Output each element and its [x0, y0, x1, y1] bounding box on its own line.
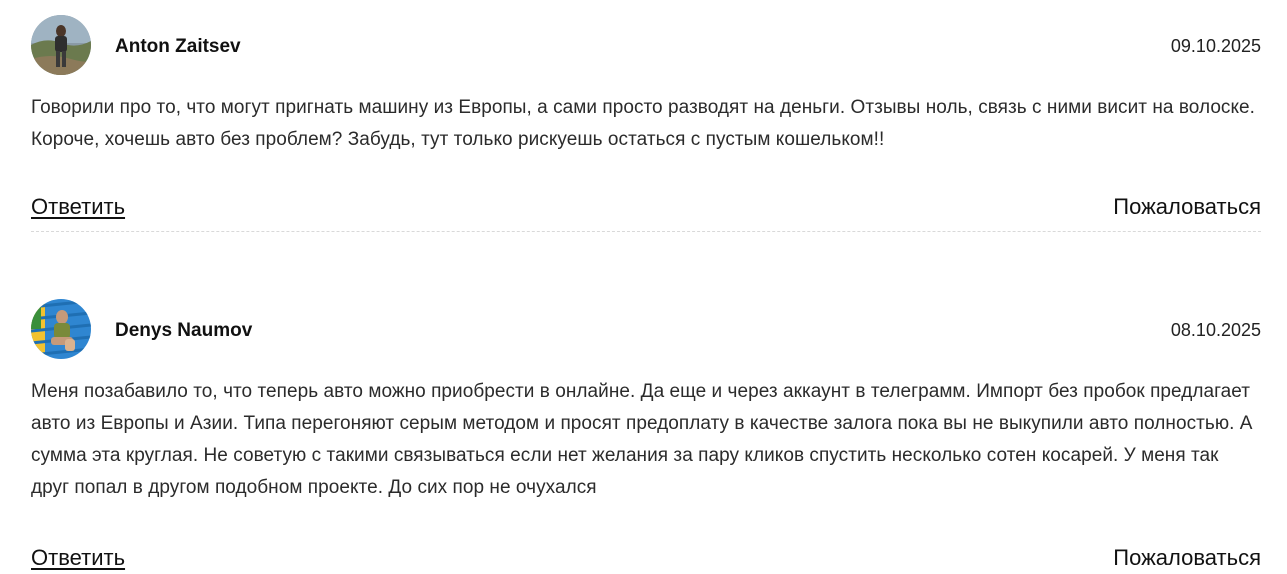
review-actions: Ответить Пожаловаться [31, 544, 1261, 574]
review-text: Говорили про то, что могут пригнать маши… [31, 97, 1256, 150]
review-author: Anton Zaitsev [115, 36, 241, 57]
avatar [31, 299, 91, 359]
review-header: Anton Zaitsev 09.10.2025 [31, 15, 1261, 75]
review-date: 09.10.2025 [1170, 36, 1261, 56]
reply-link[interactable]: Ответить [31, 544, 125, 572]
review-date: 08.10.2025 [1170, 320, 1261, 340]
avatar [31, 15, 91, 75]
divider [31, 231, 1261, 232]
complain-link[interactable]: Пожаловаться [1113, 544, 1261, 572]
review-text: Меня позабавило то, что теперь авто можн… [31, 381, 1253, 498]
complain-link[interactable]: Пожаловаться [1113, 193, 1261, 221]
reply-link[interactable]: Ответить [31, 193, 125, 221]
review-actions: Ответить Пожаловаться [31, 193, 1261, 223]
review-item: Denys Naumov 08.10.2025 Меня позабавило … [31, 299, 1261, 574]
review-author: Denys Naumov [115, 320, 253, 341]
review-header: Denys Naumov 08.10.2025 [31, 299, 1261, 359]
review-item: Anton Zaitsev 09.10.2025 Говорили про то… [31, 15, 1261, 232]
